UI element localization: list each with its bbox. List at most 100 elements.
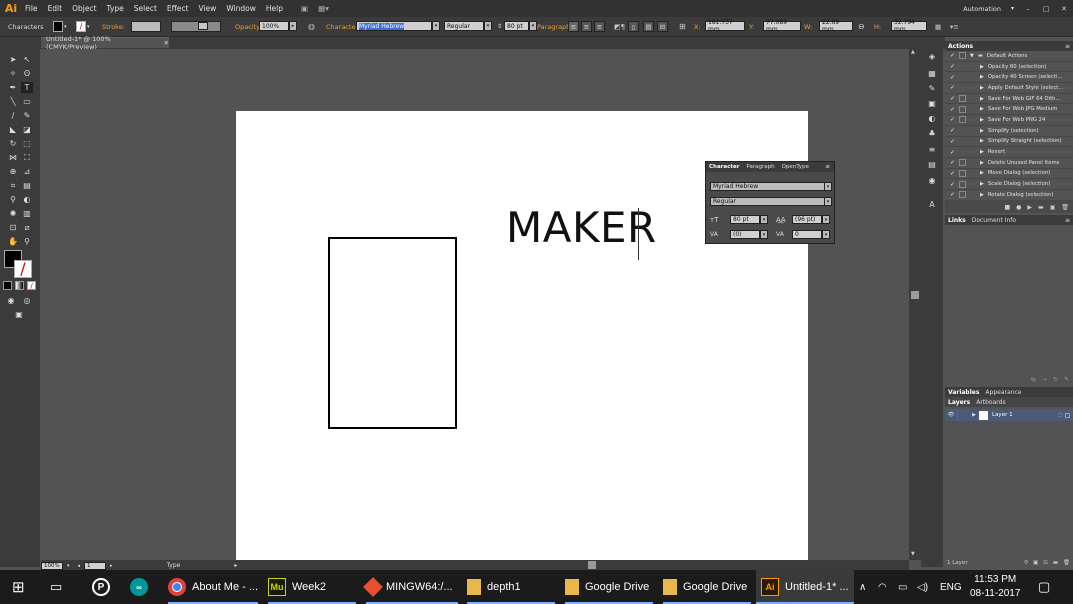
align-center-icon[interactable]: ≡ bbox=[581, 21, 592, 32]
align-right-icon[interactable]: ≡ bbox=[594, 21, 605, 32]
panel-font-style-chevron-icon[interactable]: ▾ bbox=[824, 197, 832, 206]
notifications-icon[interactable]: ▢ bbox=[1038, 570, 1050, 604]
edit-original-icon[interactable]: ✎ bbox=[1064, 376, 1069, 383]
recolor-icon[interactable]: ◍ bbox=[308, 21, 315, 32]
expand-icon[interactable]: ▶ bbox=[980, 138, 984, 144]
gradient-tool-icon[interactable]: ▤ bbox=[21, 180, 33, 191]
menu-view[interactable]: View bbox=[194, 4, 222, 13]
shape-builder-tool-icon[interactable]: ⊕ bbox=[7, 166, 19, 177]
leading-chevron-icon[interactable]: ▾ bbox=[822, 215, 830, 224]
font-family-chevron-icon[interactable]: ▾ bbox=[432, 21, 440, 31]
menu-type[interactable]: Type bbox=[102, 4, 129, 13]
layer-name[interactable]: Layer 1 bbox=[992, 412, 1013, 418]
actions-menu-icon[interactable]: ≡ bbox=[1065, 43, 1070, 50]
blob-brush-tool-icon[interactable]: ◣ bbox=[7, 124, 19, 135]
new-layer-icon[interactable]: ▬ bbox=[1053, 560, 1058, 566]
locate-object-icon[interactable]: ⚲ bbox=[1024, 560, 1028, 566]
action-dialog-toggle[interactable] bbox=[959, 159, 966, 167]
selection-tool-icon[interactable]: ➤ bbox=[7, 54, 19, 65]
character-tab[interactable]: Character bbox=[709, 164, 739, 170]
action-row[interactable]: ✓ ▶ Save For Web JPG Medium bbox=[945, 104, 1073, 116]
align-objects-icon[interactable]: ▤ bbox=[643, 21, 654, 32]
font-size-stepper-icon[interactable]: ⇕ bbox=[497, 21, 502, 32]
transform-icon[interactable]: ⊟ bbox=[657, 21, 668, 32]
status-menu-icon[interactable]: ▸ bbox=[234, 562, 237, 569]
action-row[interactable]: ✓ ▶ Move Dialog (selection) bbox=[945, 169, 1073, 180]
taskbar-app-muse[interactable]: Mu Week2 bbox=[268, 570, 326, 604]
brush-definition[interactable] bbox=[198, 22, 208, 30]
action-row[interactable]: ✓ ▶ Delete Unused Panel Items bbox=[945, 158, 1073, 169]
expand-icon[interactable]: ▶ bbox=[980, 117, 984, 123]
tracking-chevron-icon[interactable]: ▾ bbox=[822, 230, 830, 239]
clock[interactable]: 11:53 PM 08-11-2017 bbox=[970, 570, 1020, 604]
expand-icon[interactable]: ▶ bbox=[980, 149, 984, 155]
opacity-label[interactable]: Opacity: bbox=[235, 21, 262, 32]
opacity-chevron-icon[interactable]: ▸ bbox=[289, 21, 297, 31]
expand-icon[interactable]: ▶ bbox=[980, 74, 984, 80]
expand-icon[interactable]: ▶ bbox=[980, 192, 984, 198]
scroll-down-icon[interactable]: ▼ bbox=[911, 551, 915, 557]
pencil-tool-icon[interactable]: ✎ bbox=[21, 110, 33, 121]
stroke-weight-field[interactable] bbox=[131, 21, 161, 32]
direct-selection-tool-icon[interactable]: ↖ bbox=[21, 54, 33, 65]
stroke-color-swatch[interactable]: / bbox=[14, 260, 32, 278]
volume-icon[interactable]: ◁) bbox=[917, 570, 928, 604]
action-dialog-toggle[interactable] bbox=[959, 105, 966, 113]
zoom-field[interactable]: 100% bbox=[41, 561, 63, 570]
taskbar-app-illustrator[interactable]: Ai Untitled-1* ... bbox=[756, 570, 854, 604]
stroke-icon[interactable]: ≡ bbox=[926, 144, 938, 155]
symbols-icon[interactable]: ♣ bbox=[926, 128, 938, 139]
layer-target-icon[interactable]: ◌ bbox=[1058, 412, 1063, 418]
taskbar-app-chrome[interactable]: About Me - ... bbox=[168, 570, 258, 604]
free-transform-tool-icon[interactable]: ⛶ bbox=[21, 152, 33, 163]
leading-input[interactable]: (96 pt) bbox=[792, 215, 822, 224]
artboard-text[interactable]: MAKER bbox=[506, 203, 657, 252]
taskbar-app-drive-2[interactable]: Google Drive bbox=[663, 570, 747, 604]
action-check-icon[interactable]: ✓ bbox=[949, 84, 956, 91]
expand-icon[interactable]: ▶ bbox=[980, 64, 984, 70]
color-mode-icon[interactable] bbox=[3, 281, 12, 290]
font-family-input[interactable]: Myriad Hebrew bbox=[356, 21, 432, 31]
paintbrush-tool-icon[interactable]: ∕ bbox=[7, 110, 19, 121]
layer-row[interactable]: 👁 ▶ Layer 1 ◌ bbox=[945, 409, 1073, 421]
links-tab[interactable]: Links bbox=[948, 217, 966, 224]
stroke-swatch[interactable]: / bbox=[76, 21, 86, 32]
stop-icon[interactable]: ■ bbox=[1004, 204, 1010, 211]
mesh-tool-icon[interactable]: ⌗ bbox=[7, 180, 19, 191]
none-mode-icon[interactable]: / bbox=[27, 281, 36, 290]
layers-tab[interactable]: Layers bbox=[948, 399, 970, 406]
task-view-button[interactable]: ▭ bbox=[50, 570, 62, 604]
stroke-label[interactable]: Stroke: bbox=[102, 21, 125, 32]
prev-artboard-icon[interactable]: ◂ bbox=[78, 563, 81, 569]
action-check-icon[interactable]: ✓ bbox=[949, 95, 956, 102]
close-tab-icon[interactable]: ✕ bbox=[164, 39, 169, 47]
start-button[interactable]: ⊞ bbox=[12, 570, 25, 604]
rectangle-tool-icon[interactable]: ▭ bbox=[21, 96, 33, 107]
layer-selection-indicator[interactable] bbox=[1065, 412, 1070, 418]
graphic-styles-icon[interactable]: ▣ bbox=[926, 98, 938, 109]
action-check-icon[interactable]: ✓ bbox=[949, 181, 956, 188]
expand-icon[interactable]: ▶ bbox=[980, 181, 984, 187]
zoom-chevron-icon[interactable]: ▾ bbox=[67, 563, 70, 569]
action-dialog-toggle[interactable] bbox=[959, 149, 966, 156]
new-action-icon[interactable]: ▣ bbox=[1050, 204, 1056, 211]
expand-icon[interactable]: ▶ bbox=[980, 85, 984, 91]
action-dialog-toggle[interactable] bbox=[959, 74, 966, 81]
symbol-sprayer-tool-icon[interactable]: ✺ bbox=[7, 208, 19, 219]
rotate-tool-icon[interactable]: ↻ bbox=[7, 138, 19, 149]
fill-swatch[interactable] bbox=[53, 21, 63, 32]
delete-layer-icon[interactable]: 🗑 bbox=[1063, 560, 1070, 566]
visibility-eye-icon[interactable]: 👁 bbox=[945, 412, 957, 418]
draw-behind-icon[interactable]: ◎ bbox=[21, 295, 33, 306]
clipping-mask-icon[interactable]: ▣ bbox=[1033, 560, 1038, 566]
reference-point-icon[interactable]: ⊞ bbox=[679, 21, 686, 32]
delete-action-icon[interactable]: 🗑 bbox=[1061, 204, 1069, 211]
font-size-input[interactable]: 80 pt bbox=[504, 21, 529, 31]
menu-help[interactable]: Help bbox=[261, 4, 288, 13]
panel-font-family-chevron-icon[interactable]: ▾ bbox=[824, 182, 832, 191]
language-indicator[interactable]: ENG bbox=[940, 570, 962, 604]
x-input[interactable]: 181.737 mm bbox=[705, 19, 745, 33]
new-set-icon[interactable]: ▬ bbox=[1038, 204, 1044, 211]
next-artboard-icon[interactable]: ▸ bbox=[110, 563, 113, 569]
lock-toggle[interactable] bbox=[957, 409, 969, 421]
